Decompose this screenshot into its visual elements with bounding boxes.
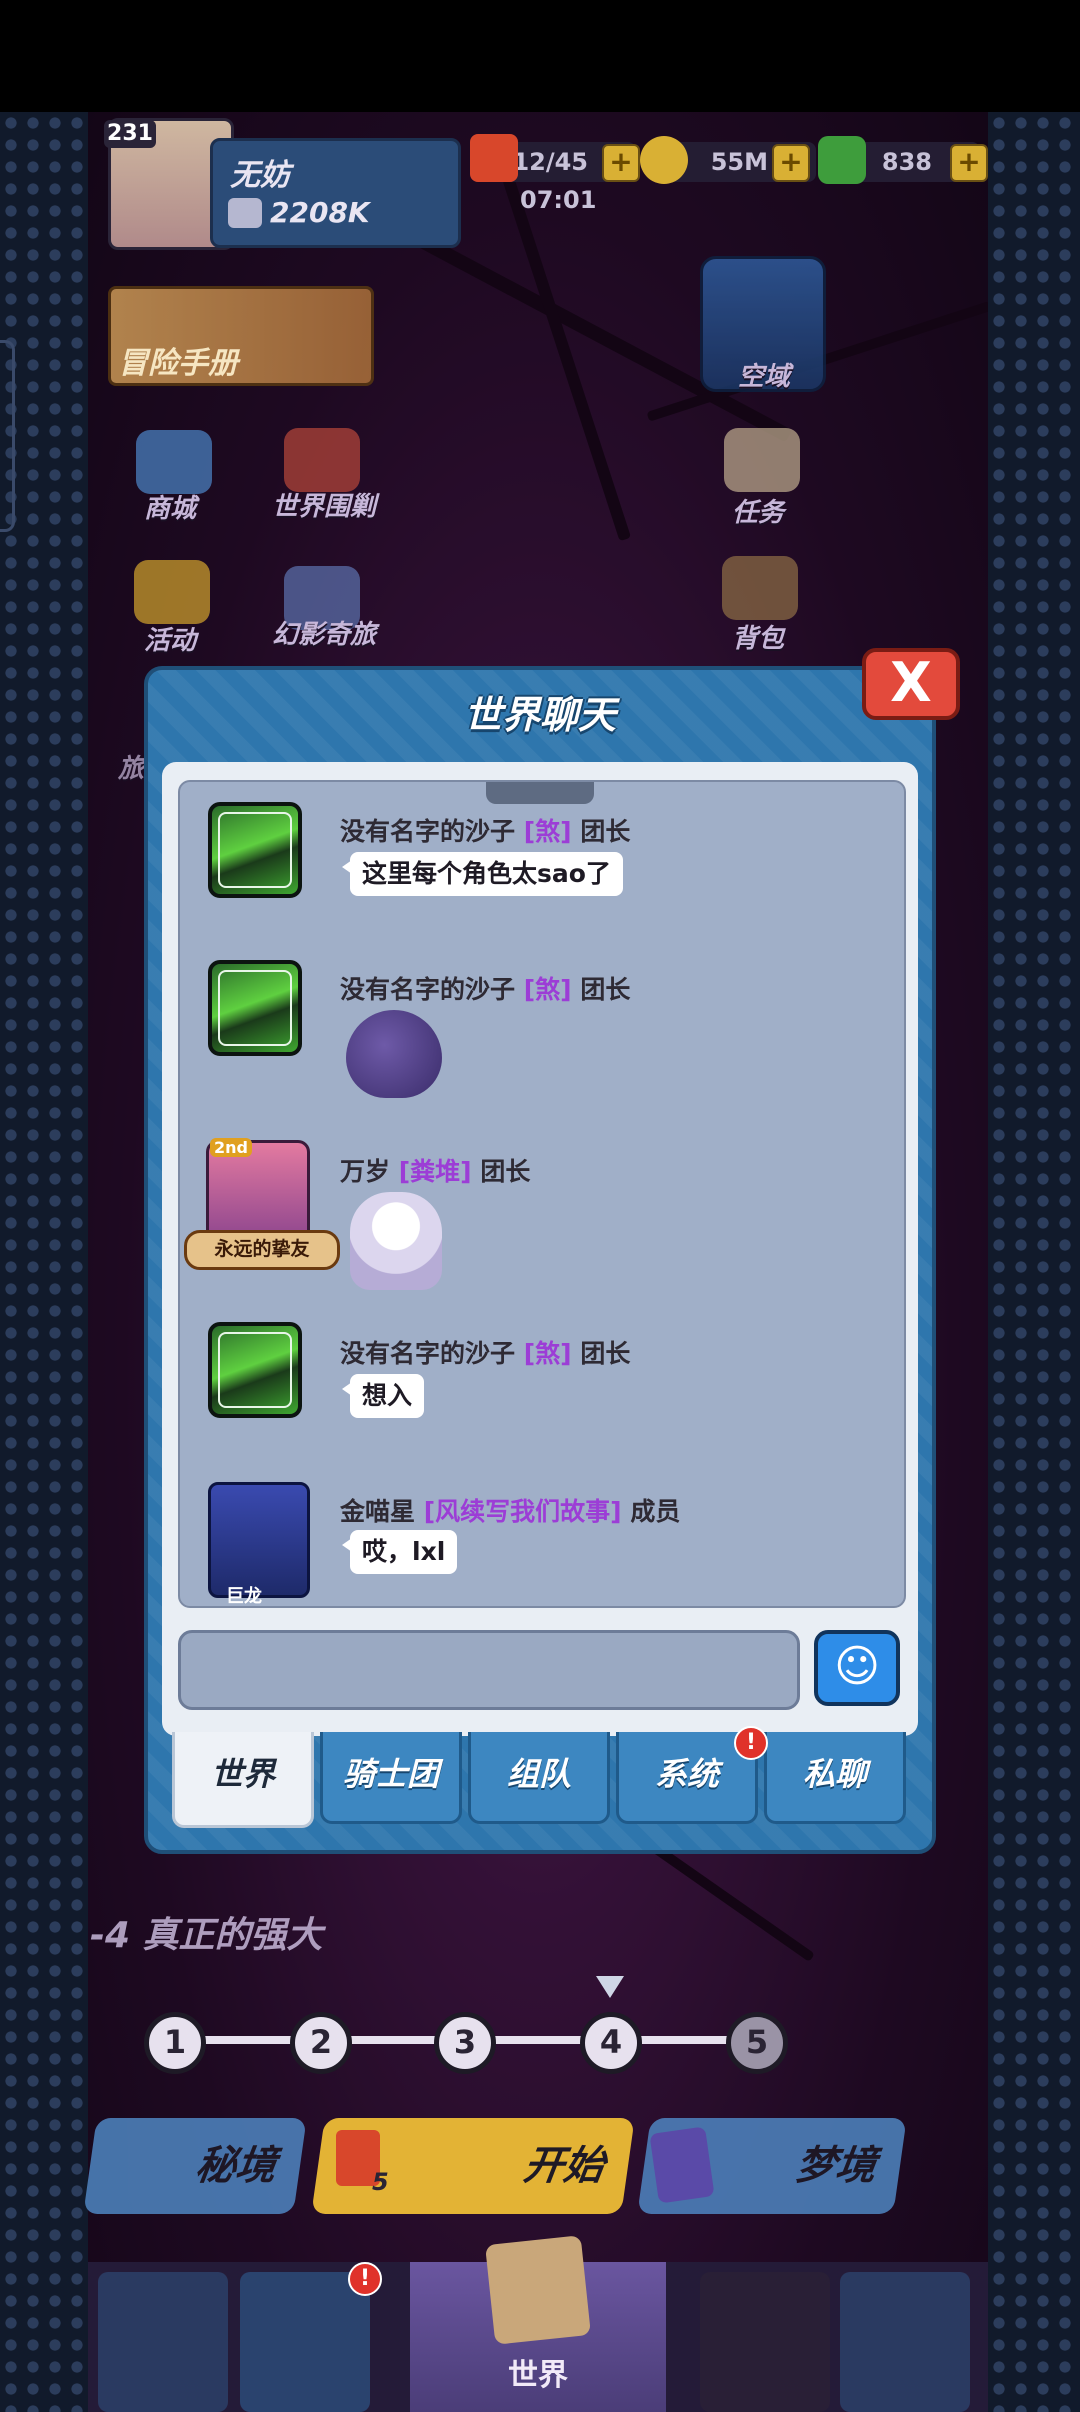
sender-avatar-dragon[interactable] xyxy=(208,1482,310,1598)
gem-icon xyxy=(818,136,866,184)
adventure-manual-label: 冒险手册 xyxy=(118,346,238,381)
world-map-icon xyxy=(485,2235,591,2345)
dialog-title: 世界聊天 xyxy=(463,693,616,737)
backpack-label: 背包 xyxy=(732,624,785,654)
tab-team[interactable]: 组队 xyxy=(468,1732,610,1824)
sender-guild: [粪堆] xyxy=(398,1157,472,1186)
nav-hex-icon[interactable] xyxy=(240,2272,370,2412)
smiley-icon: ☺ xyxy=(834,1641,880,1692)
stage-step-2[interactable]: 2 xyxy=(290,2012,352,2074)
sender-name: 金喵星 xyxy=(340,1497,416,1526)
tab-world[interactable]: 世界 xyxy=(172,1732,314,1828)
events-label: 活动 xyxy=(144,626,197,656)
stage-step-3[interactable]: 3 xyxy=(434,2012,496,2074)
message-sender: 没有名字的沙子 [煞] 团长 xyxy=(340,812,630,848)
current-step-marker-icon xyxy=(596,1976,624,1998)
player-level: 231 xyxy=(104,120,156,148)
airspace-label: 空域 xyxy=(738,362,791,392)
tab-private[interactable]: 私聊 xyxy=(764,1732,906,1824)
stage-step-5[interactable]: 5 xyxy=(726,2012,788,2074)
shop-label: 商城 xyxy=(144,494,197,524)
sender-guild: [煞] xyxy=(523,975,572,1004)
world-siege-label: 世界围剿 xyxy=(272,492,377,522)
close-button[interactable]: X xyxy=(862,648,960,720)
phantom-journey-label: 幻影奇旅 xyxy=(272,620,377,650)
close-icon: X xyxy=(890,651,932,714)
side-menu-label-partial: 旅 xyxy=(118,754,145,784)
crying-monster-sticker xyxy=(346,1010,442,1098)
sender-avatar[interactable] xyxy=(208,802,302,898)
sender-name: 没有名字的沙子 xyxy=(340,817,516,846)
nav-heroes-icon[interactable] xyxy=(700,2272,830,2412)
power-icon xyxy=(228,198,262,228)
tab-knights[interactable]: 骑士团 xyxy=(320,1732,462,1824)
nav-alert-badge: ! xyxy=(348,2262,382,2296)
sender-role: 团长 xyxy=(480,1157,531,1186)
side-drawer-handle[interactable] xyxy=(0,340,15,532)
message-sender: 金喵星 [风续写我们故事] 成员 xyxy=(340,1492,680,1528)
scroll-handle[interactable] xyxy=(486,782,594,804)
sender-name: 万岁 xyxy=(340,1157,391,1186)
sender-avatar[interactable] xyxy=(208,960,302,1056)
sender-name: 没有名字的沙子 xyxy=(340,1339,516,1368)
message-bubble: 哎，lxl xyxy=(341,1530,458,1574)
avatar-frame-label: 永远的挚友 xyxy=(184,1230,340,1270)
sender-role: 成员 xyxy=(630,1497,681,1526)
emoji-button[interactable]: ☺ xyxy=(814,1630,900,1706)
player-power: 2208K xyxy=(270,196,370,229)
sender-guild: [煞] xyxy=(523,817,572,846)
message-bubble: 想入 xyxy=(341,1374,425,1418)
player-name: 无妨 xyxy=(230,158,290,193)
avatar-caption: 巨龙 xyxy=(226,1586,262,1607)
stage-title: -4 真正的强大 xyxy=(90,1915,323,1956)
start-button-label: 开始 xyxy=(520,2143,608,2189)
stage-step-4[interactable]: 4 xyxy=(580,2012,642,2074)
message-bubble: 这里每个角色太sao了 xyxy=(342,852,623,896)
stamina-timer: 07:01 xyxy=(520,186,597,214)
dream-card-icon xyxy=(649,2126,715,2204)
message-sender: 没有名字的沙子 [煞] 团长 xyxy=(340,970,630,1006)
chat-input-field[interactable] xyxy=(178,1630,800,1710)
secret-realm-button[interactable]: 秘境 xyxy=(83,2118,307,2214)
sender-role: 团长 xyxy=(580,817,631,846)
shop-icon[interactable] xyxy=(136,430,212,494)
lightning-icon xyxy=(470,134,518,182)
anime-girl-sticker xyxy=(350,1192,442,1290)
system-tab-alert-badge: ! xyxy=(734,1726,768,1760)
chat-channel-tabs: 世界 骑士团 组队 系统 私聊 xyxy=(170,1732,910,1828)
nav-world-label: 世界 xyxy=(508,2358,568,2393)
stage-step-1[interactable]: 1 xyxy=(144,2012,206,2074)
nav-castle-icon[interactable] xyxy=(840,2272,970,2412)
quests-label: 任务 xyxy=(732,498,785,528)
world-siege-icon[interactable] xyxy=(284,428,360,492)
sender-avatar[interactable] xyxy=(208,1322,302,1418)
backpack-icon[interactable] xyxy=(722,556,798,620)
events-icon[interactable] xyxy=(134,560,210,624)
anniversary-badge: 2nd xyxy=(210,1138,252,1157)
right-pattern-band xyxy=(988,112,1080,2412)
sender-name: 没有名字的沙子 xyxy=(340,975,516,1004)
message-sender: 没有名字的沙子 [煞] 团长 xyxy=(340,1334,630,1370)
quest-scroll-icon[interactable] xyxy=(724,428,800,492)
nav-crystal-icon[interactable] xyxy=(98,2272,228,2412)
sender-role: 团长 xyxy=(580,975,631,1004)
add-stamina-button[interactable]: + xyxy=(602,144,640,182)
sender-guild: [风续写我们故事] xyxy=(423,1497,622,1526)
chat-message-list[interactable]: 没有名字的沙子 [煞] 团长 这里每个角色太sao了 没有名字的沙子 [煞] 团… xyxy=(178,780,906,1608)
add-gold-button[interactable]: + xyxy=(772,144,810,182)
start-cost: 5 xyxy=(372,2168,389,2196)
sender-role: 团长 xyxy=(580,1339,631,1368)
add-gem-button[interactable]: + xyxy=(950,144,988,182)
coin-icon xyxy=(640,136,688,184)
message-sender: 万岁 [粪堆] 团长 xyxy=(340,1152,530,1188)
sender-guild: [煞] xyxy=(523,1339,572,1368)
